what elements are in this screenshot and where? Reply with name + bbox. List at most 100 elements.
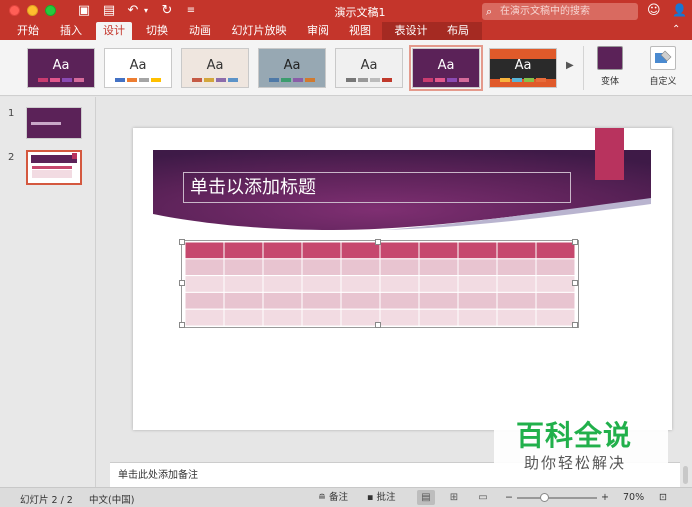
notes-toggle-button[interactable]: ≘ 备注 — [318, 490, 348, 505]
table-header-cell[interactable] — [496, 241, 537, 260]
table-cell[interactable] — [301, 308, 342, 327]
maximize-window-button[interactable] — [45, 5, 56, 16]
undo-dropdown-icon[interactable]: ▾ — [138, 3, 154, 19]
tab-view[interactable]: 视图 — [342, 22, 378, 40]
table-cell[interactable] — [496, 308, 537, 327]
tab-slideshow[interactable]: 幻灯片放映 — [228, 22, 290, 40]
table-cell[interactable] — [535, 275, 576, 293]
tab-transitions[interactable]: 切换 — [139, 22, 175, 40]
table-cell[interactable] — [418, 291, 459, 310]
slide-thumbnail-1[interactable] — [26, 107, 82, 139]
tab-insert[interactable]: 插入 — [53, 22, 89, 40]
table[interactable] — [181, 240, 579, 328]
redo-icon[interactable]: ↻ — [159, 3, 175, 19]
table-cell[interactable] — [184, 258, 225, 277]
table-cell[interactable] — [496, 258, 537, 277]
customize-button[interactable]: 自定义 — [641, 44, 685, 92]
sidebar-toggle-icon[interactable]: ▣ — [76, 3, 92, 19]
slide-thumbnail-2[interactable] — [26, 150, 82, 185]
table-cell[interactable] — [457, 291, 498, 310]
resize-handle[interactable] — [179, 280, 185, 286]
tab-design[interactable]: 设计 — [96, 22, 132, 40]
theme-thumbnail[interactable]: Aa — [258, 48, 326, 88]
table-header-cell[interactable] — [379, 241, 420, 260]
theme-thumbnail[interactable]: Aa — [335, 48, 403, 88]
table-cell[interactable] — [418, 308, 459, 327]
slide-sorter-view-button[interactable]: ⊞ — [445, 490, 463, 505]
close-window-button[interactable] — [9, 5, 20, 16]
table-cell[interactable] — [223, 308, 264, 327]
minimize-window-button[interactable] — [27, 5, 38, 16]
table-cell[interactable] — [535, 258, 576, 277]
table-cell[interactable] — [340, 258, 381, 277]
table-cell[interactable] — [301, 275, 342, 293]
fit-to-window-icon[interactable]: ⊡ — [659, 492, 667, 503]
slideshow-view-button[interactable]: ▭ — [474, 490, 492, 505]
resize-handle[interactable] — [179, 239, 185, 245]
theme-thumbnail[interactable]: Aa — [104, 48, 172, 88]
share-user-icon[interactable]: 👤 — [672, 3, 687, 17]
table-cell[interactable] — [379, 275, 420, 293]
table-cell[interactable] — [262, 258, 303, 277]
tab-table-design[interactable]: 表设计 — [388, 22, 434, 40]
table-header-cell[interactable] — [301, 241, 342, 260]
table-cell[interactable] — [184, 291, 225, 310]
table-header-cell[interactable] — [262, 241, 303, 260]
table-header-cell[interactable] — [418, 241, 459, 260]
zoom-level[interactable]: 70% — [623, 492, 644, 503]
table-cell[interactable] — [184, 308, 225, 327]
table-header-cell[interactable] — [535, 241, 576, 260]
table-cell[interactable] — [457, 308, 498, 327]
table-cell[interactable] — [496, 275, 537, 293]
normal-view-button[interactable]: ▤ — [417, 490, 435, 505]
table-cell[interactable] — [340, 275, 381, 293]
table-cell[interactable] — [535, 308, 576, 327]
table-cell[interactable] — [262, 275, 303, 293]
comments-toggle-button[interactable]: ▪ 批注 — [367, 490, 396, 505]
table-header-cell[interactable] — [184, 241, 225, 260]
resize-handle[interactable] — [572, 280, 578, 286]
table-cell[interactable] — [223, 275, 264, 293]
table-header-cell[interactable] — [457, 241, 498, 260]
resize-handle[interactable] — [572, 322, 578, 328]
table-cell[interactable] — [418, 275, 459, 293]
table-cell[interactable] — [262, 308, 303, 327]
resize-handle[interactable] — [179, 322, 185, 328]
language-indicator[interactable]: 中文(中国) — [89, 492, 134, 506]
tab-home[interactable]: 开始 — [10, 22, 46, 40]
search-box[interactable]: ⌕ 在演示文稿中的搜索 — [482, 3, 638, 20]
tab-animations[interactable]: 动画 — [182, 22, 218, 40]
feedback-smiley-icon[interactable]: ☺ — [647, 3, 661, 18]
theme-thumbnail-selected[interactable]: Aa — [409, 45, 483, 91]
tab-review[interactable]: 审阅 — [300, 22, 336, 40]
table-cell[interactable] — [379, 258, 420, 277]
table-cell[interactable] — [379, 308, 420, 327]
table-cell[interactable] — [457, 275, 498, 293]
table-header-cell[interactable] — [223, 241, 264, 260]
zoom-slider-thumb[interactable] — [540, 493, 549, 502]
customize-toolbar-icon[interactable]: ≡ — [183, 3, 199, 19]
zoom-slider[interactable] — [517, 497, 597, 499]
table-cell[interactable] — [535, 291, 576, 310]
table-cell[interactable] — [418, 258, 459, 277]
tab-layout[interactable]: 布局 — [440, 22, 476, 40]
current-slide[interactable]: 单击以添加标题 — [133, 128, 672, 430]
zoom-in-icon[interactable]: + — [601, 492, 609, 503]
notes-scrollbar[interactable] — [683, 466, 688, 484]
variants-button[interactable]: 变体 — [590, 44, 630, 92]
table-cell[interactable] — [301, 258, 342, 277]
table-cell[interactable] — [457, 258, 498, 277]
table-cell[interactable] — [301, 291, 342, 310]
save-icon[interactable]: ▤ — [101, 3, 117, 19]
collapse-ribbon-icon[interactable]: ⌃ — [672, 24, 680, 35]
table-cell[interactable] — [262, 291, 303, 310]
slide-title-placeholder[interactable]: 单击以添加标题 — [183, 172, 571, 203]
table-cell[interactable] — [223, 258, 264, 277]
resize-handle[interactable] — [375, 239, 381, 245]
resize-handle[interactable] — [572, 239, 578, 245]
table-cell[interactable] — [223, 291, 264, 310]
table-cell[interactable] — [184, 275, 225, 293]
theme-thumbnail[interactable]: Aa — [27, 48, 95, 88]
more-themes-arrow-icon[interactable]: ▶ — [566, 60, 574, 71]
table-cell[interactable] — [379, 291, 420, 310]
